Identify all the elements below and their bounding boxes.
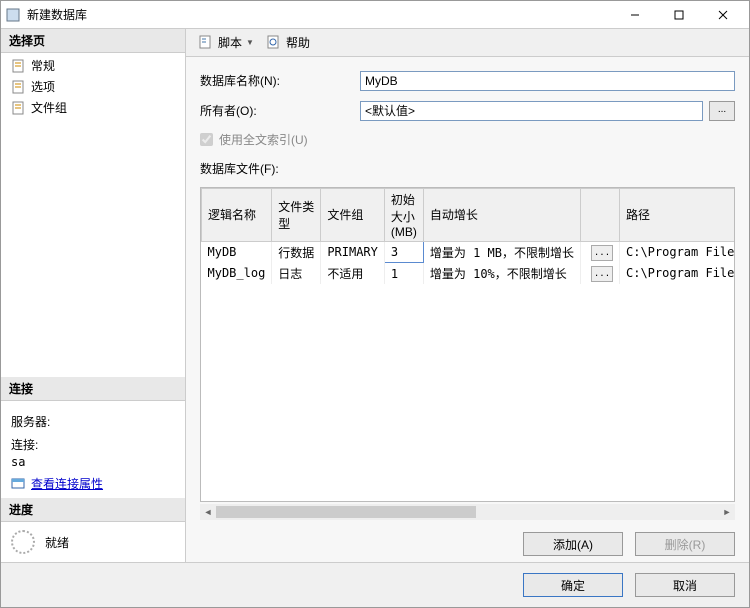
close-button[interactable] bbox=[701, 2, 745, 28]
chevron-down-icon: ▼ bbox=[246, 38, 254, 47]
col-filegroup[interactable]: 文件组 bbox=[321, 188, 385, 241]
autogrowth-edit-button[interactable]: ... bbox=[591, 266, 613, 282]
cell-autogrowth[interactable]: 增量为 1 MB，不限制增长 bbox=[423, 241, 580, 263]
cell-logical-name[interactable]: MyDB bbox=[202, 241, 272, 263]
col-autogrowth[interactable]: 自动增长 bbox=[423, 188, 580, 241]
cell-initial-size[interactable]: 3 bbox=[384, 241, 423, 263]
script-label: 脚本 bbox=[218, 34, 242, 51]
cell-path[interactable]: C:\Program Files\Mic bbox=[620, 263, 736, 284]
progress-header: 进度 bbox=[1, 498, 185, 522]
db-name-input[interactable] bbox=[360, 71, 735, 91]
conn-value: sa bbox=[11, 455, 175, 469]
connection-header: 连接 bbox=[1, 377, 185, 401]
right-panel: 脚本 ▼ 帮助 数据库名称(N): 所有者(O): ... bbox=[186, 29, 749, 562]
table-row[interactable]: MyDB 行数据 PRIMARY 3 增量为 1 MB，不限制增长 ... C:… bbox=[202, 241, 736, 263]
minimize-button[interactable] bbox=[613, 2, 657, 28]
spinner-icon bbox=[11, 530, 35, 554]
files-grid[interactable]: 逻辑名称 文件类型 文件组 初始大小(MB) 自动增长 路径 MyDB 行数据 bbox=[200, 187, 735, 502]
progress-status: 就绪 bbox=[45, 534, 69, 551]
cell-filegroup[interactable]: PRIMARY bbox=[321, 241, 385, 263]
dialog-footer: 确定 取消 bbox=[1, 562, 749, 607]
db-name-label: 数据库名称(N): bbox=[200, 72, 360, 89]
form-area: 数据库名称(N): 所有者(O): ... 使用全文索引(U) 数据库文件(F)… bbox=[186, 57, 749, 187]
left-panel: 选择页 常规 选项 文件组 连接 服务器: 连 bbox=[1, 29, 186, 562]
cell-initial-size[interactable]: 1 bbox=[384, 263, 423, 284]
help-button[interactable]: 帮助 bbox=[262, 32, 314, 53]
col-path[interactable]: 路径 bbox=[620, 188, 736, 241]
table-row[interactable]: MyDB_log 日志 不适用 1 增量为 10%，不限制增长 ... C:\P… bbox=[202, 263, 736, 284]
script-button[interactable]: 脚本 ▼ bbox=[194, 32, 258, 53]
select-page-header: 选择页 bbox=[1, 29, 185, 53]
cell-file-type[interactable]: 行数据 bbox=[272, 241, 321, 263]
toolbar: 脚本 ▼ 帮助 bbox=[186, 29, 749, 57]
window: 新建数据库 选择页 常规 选项 文件组 bbox=[0, 0, 750, 608]
connection-props-icon bbox=[11, 476, 27, 492]
page-item-options[interactable]: 选项 bbox=[1, 76, 185, 97]
autogrowth-edit-button[interactable]: ... bbox=[591, 245, 613, 261]
window-title: 新建数据库 bbox=[27, 6, 613, 23]
page-icon bbox=[11, 58, 27, 74]
progress-section: 就绪 bbox=[1, 522, 185, 562]
fulltext-checkbox bbox=[200, 133, 213, 146]
page-item-filegroups[interactable]: 文件组 bbox=[1, 97, 185, 118]
cancel-button[interactable]: 取消 bbox=[635, 573, 735, 597]
maximize-button[interactable] bbox=[657, 2, 701, 28]
horizontal-scrollbar[interactable]: ◄ ► bbox=[200, 504, 735, 520]
help-icon bbox=[266, 34, 282, 50]
cell-autogrowth[interactable]: 增量为 10%，不限制增长 bbox=[423, 263, 580, 284]
owner-label: 所有者(O): bbox=[200, 102, 360, 119]
view-connection-props-link[interactable]: 查看连接属性 bbox=[31, 475, 103, 492]
page-icon bbox=[11, 79, 27, 95]
cell-file-type[interactable]: 日志 bbox=[272, 263, 321, 284]
scroll-right-icon[interactable]: ► bbox=[719, 504, 735, 520]
scroll-left-icon[interactable]: ◄ bbox=[200, 504, 216, 520]
scroll-thumb[interactable] bbox=[216, 506, 476, 518]
page-list: 常规 选项 文件组 bbox=[1, 53, 185, 120]
app-icon bbox=[5, 7, 21, 23]
cell-path[interactable]: C:\Program Files\Mic bbox=[620, 241, 736, 263]
owner-browse-button[interactable]: ... bbox=[709, 101, 735, 121]
cell-filegroup[interactable]: 不适用 bbox=[321, 263, 385, 284]
files-label: 数据库文件(F): bbox=[200, 160, 735, 177]
server-label: 服务器: bbox=[11, 413, 175, 430]
script-icon bbox=[198, 34, 214, 50]
page-icon bbox=[11, 100, 27, 116]
page-item-general[interactable]: 常规 bbox=[1, 55, 185, 76]
col-logical-name[interactable]: 逻辑名称 bbox=[202, 188, 272, 241]
col-initial-size[interactable]: 初始大小(MB) bbox=[384, 188, 423, 241]
ok-button[interactable]: 确定 bbox=[523, 573, 623, 597]
col-file-type[interactable]: 文件类型 bbox=[272, 188, 321, 241]
connection-section: 服务器: 连接: sa 查看连接属性 bbox=[1, 401, 185, 498]
page-label: 常规 bbox=[31, 57, 55, 74]
add-button[interactable]: 添加(A) bbox=[523, 532, 623, 556]
conn-label: 连接: bbox=[11, 436, 175, 453]
page-label: 选项 bbox=[31, 78, 55, 95]
titlebar: 新建数据库 bbox=[1, 1, 749, 29]
cell-logical-name[interactable]: MyDB_log bbox=[202, 263, 272, 284]
page-label: 文件组 bbox=[31, 99, 67, 116]
remove-button: 删除(R) bbox=[635, 532, 735, 556]
owner-input[interactable] bbox=[360, 101, 703, 121]
fulltext-label: 使用全文索引(U) bbox=[219, 131, 308, 148]
help-label: 帮助 bbox=[286, 34, 310, 51]
